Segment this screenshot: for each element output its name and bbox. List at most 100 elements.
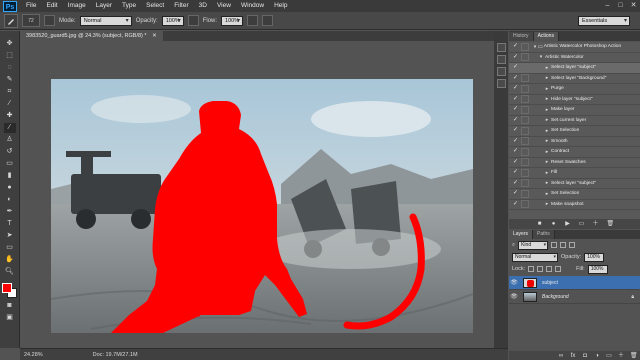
brush-presets-icon[interactable] xyxy=(496,79,506,88)
brush-panel-icon[interactable] xyxy=(44,15,55,26)
dialog-toggle-icon[interactable] xyxy=(521,126,529,135)
maximize-icon[interactable]: □ xyxy=(616,1,625,10)
workspace-select[interactable]: Essentials xyxy=(578,16,630,26)
record-icon[interactable]: ● xyxy=(551,221,557,227)
dialog-toggle-icon[interactable] xyxy=(521,137,529,146)
fill-field[interactable]: 100% xyxy=(587,264,608,274)
zoom-tool-icon[interactable]: 🔍︎ xyxy=(4,267,16,277)
menu-layer[interactable]: Layer xyxy=(91,0,117,12)
brush-size-picker[interactable]: 72 xyxy=(22,14,40,27)
action-toggle-check-icon[interactable]: ✓ xyxy=(511,126,520,135)
menu-image[interactable]: Image xyxy=(63,0,91,12)
dialog-toggle-icon[interactable] xyxy=(521,158,529,167)
action-toggle-check-icon[interactable]: ✓ xyxy=(511,105,520,114)
expand-right-icon[interactable]: ▸ xyxy=(544,75,550,81)
brush-tool-icon[interactable]: ⁄ xyxy=(3,123,16,133)
tab-actions[interactable]: Actions xyxy=(533,32,559,41)
action-row[interactable]: ✓ ▸ Fill xyxy=(509,168,640,179)
dialog-toggle-icon[interactable] xyxy=(521,63,529,72)
lock-transparent-icon[interactable] xyxy=(528,266,535,272)
action-row[interactable]: ✓ ▸ Hide layer "subject" xyxy=(509,95,640,105)
stop-icon[interactable]: ■ xyxy=(537,221,543,227)
mode-select[interactable]: Normal xyxy=(79,15,132,26)
action-row[interactable]: ✓ ▸ Set Selection xyxy=(509,189,640,200)
move-tool-icon[interactable]: ✥ xyxy=(4,39,16,49)
action-toggle-check-icon[interactable]: ✓ xyxy=(511,42,520,51)
new-layer-icon[interactable]: ＋ xyxy=(618,353,624,359)
marquee-tool-icon[interactable]: ⬚ xyxy=(4,51,16,61)
foreground-color-swatch[interactable] xyxy=(1,283,12,293)
tab-layers[interactable]: Layers xyxy=(509,230,534,239)
dialog-toggle-icon[interactable] xyxy=(521,105,529,114)
lock-position-icon[interactable] xyxy=(546,266,553,272)
expand-right-icon[interactable]: ▸ xyxy=(544,191,550,197)
action-toggle-check-icon[interactable]: ✓ xyxy=(511,189,520,198)
zoom-level[interactable]: 24.28% xyxy=(24,352,43,358)
expand-right-icon[interactable]: ▸ xyxy=(544,86,550,92)
properties-panel-icon[interactable] xyxy=(496,67,506,76)
path-selection-tool-icon[interactable]: ➤ xyxy=(4,231,16,241)
brush-tool-preset-icon[interactable] xyxy=(4,13,18,28)
airbrush-icon[interactable] xyxy=(247,15,259,26)
add-mask-icon[interactable]: ◘ xyxy=(582,353,588,359)
action-toggle-check-icon[interactable]: ✓ xyxy=(511,74,520,83)
close-document-icon[interactable]: ✕ xyxy=(152,33,157,39)
action-row[interactable]: ✓ ▸ Set current layer xyxy=(509,116,640,126)
dialog-toggle-icon[interactable] xyxy=(521,168,529,177)
expand-right-icon[interactable]: ▸ xyxy=(544,117,550,123)
document-size[interactable]: Doc: 19.7M/27.1M xyxy=(93,352,138,358)
gradient-tool-icon[interactable]: ▮ xyxy=(4,171,16,181)
eyedropper-tool-icon[interactable]: ⁄ xyxy=(4,99,16,109)
lock-all-icon[interactable] xyxy=(555,266,562,272)
screen-mode-icon[interactable]: ▣ xyxy=(4,313,16,323)
action-row[interactable]: ✓ ▸ Make snapshot xyxy=(509,200,640,210)
document-canvas[interactable] xyxy=(51,79,473,333)
document-tab[interactable]: 3983520_guard5.jpg @ 24.3% (subject, RGB… xyxy=(20,31,163,41)
action-toggle-check-icon[interactable]: ✓ xyxy=(511,95,520,104)
pen-tool-icon[interactable]: ✒ xyxy=(4,207,16,217)
action-row[interactable]: ✓ ▸ Contract xyxy=(509,147,640,158)
action-row[interactable]: ✓ ▸ Select layer "Background" xyxy=(509,74,640,84)
action-row[interactable]: ✓ ▾ Artistic Watercolor xyxy=(509,53,640,63)
blend-mode-select[interactable]: Normal xyxy=(512,252,558,262)
expand-right-icon[interactable]: ▸ xyxy=(544,128,550,134)
clone-stamp-tool-icon[interactable]: ♙ xyxy=(4,135,16,145)
blur-tool-icon[interactable]: ● xyxy=(4,183,16,193)
menu-filter[interactable]: Filter xyxy=(169,0,193,12)
menu-type[interactable]: Type xyxy=(117,0,141,12)
delete-layer-icon[interactable]: 🗑︎ xyxy=(630,353,638,359)
menu-view[interactable]: View xyxy=(212,0,236,12)
dialog-toggle-icon[interactable] xyxy=(521,42,529,51)
action-row[interactable]: ✓ ▸ Select layer "subject" xyxy=(509,63,640,74)
dialog-toggle-icon[interactable] xyxy=(521,95,529,104)
visibility-eye-icon[interactable]: 👁︎ xyxy=(509,293,519,300)
action-row[interactable]: ✓ ▸ Make layer xyxy=(509,105,640,116)
menu-select[interactable]: Select xyxy=(141,0,169,12)
dodge-tool-icon[interactable]: ◐ xyxy=(4,195,16,205)
adjustment-layer-icon[interactable]: ◑ xyxy=(594,353,600,359)
close-icon[interactable]: ✕ xyxy=(629,1,638,10)
actions-panel-icon[interactable] xyxy=(496,55,506,64)
action-row[interactable]: ✓ ▾ ▭ Artistic Watercolor Photoshop Action xyxy=(509,42,640,53)
new-group-icon[interactable]: ▭ xyxy=(606,353,612,359)
action-row[interactable]: ✓ ▸ Purge xyxy=(509,84,640,95)
lasso-tool-icon[interactable]: ◌ xyxy=(4,63,16,73)
action-toggle-check-icon[interactable]: ✓ xyxy=(511,137,520,146)
quick-selection-tool-icon[interactable]: ✎ xyxy=(4,75,16,85)
color-swatches[interactable] xyxy=(1,283,18,299)
filter-adjustment-icon[interactable] xyxy=(560,242,567,248)
layer-row-background[interactable]: 👁︎ Background 🔒︎ xyxy=(509,290,640,304)
filter-pixel-icon[interactable] xyxy=(551,242,558,248)
dialog-toggle-icon[interactable] xyxy=(521,200,529,209)
type-tool-icon[interactable]: T xyxy=(4,219,16,229)
opacity-field[interactable]: 100% xyxy=(161,15,184,26)
menu-help[interactable]: Help xyxy=(269,0,292,12)
history-brush-tool-icon[interactable]: ↺ xyxy=(4,147,16,157)
history-panel-icon[interactable] xyxy=(496,43,506,52)
layer-style-icon[interactable]: fx xyxy=(570,353,576,359)
expand-right-icon[interactable]: ▸ xyxy=(544,149,550,155)
action-toggle-check-icon[interactable]: ✓ xyxy=(511,158,520,167)
layer-kind-select[interactable]: Kind xyxy=(518,240,549,250)
quick-mask-icon[interactable]: ◙ xyxy=(4,301,16,311)
lock-image-icon[interactable] xyxy=(537,266,544,272)
